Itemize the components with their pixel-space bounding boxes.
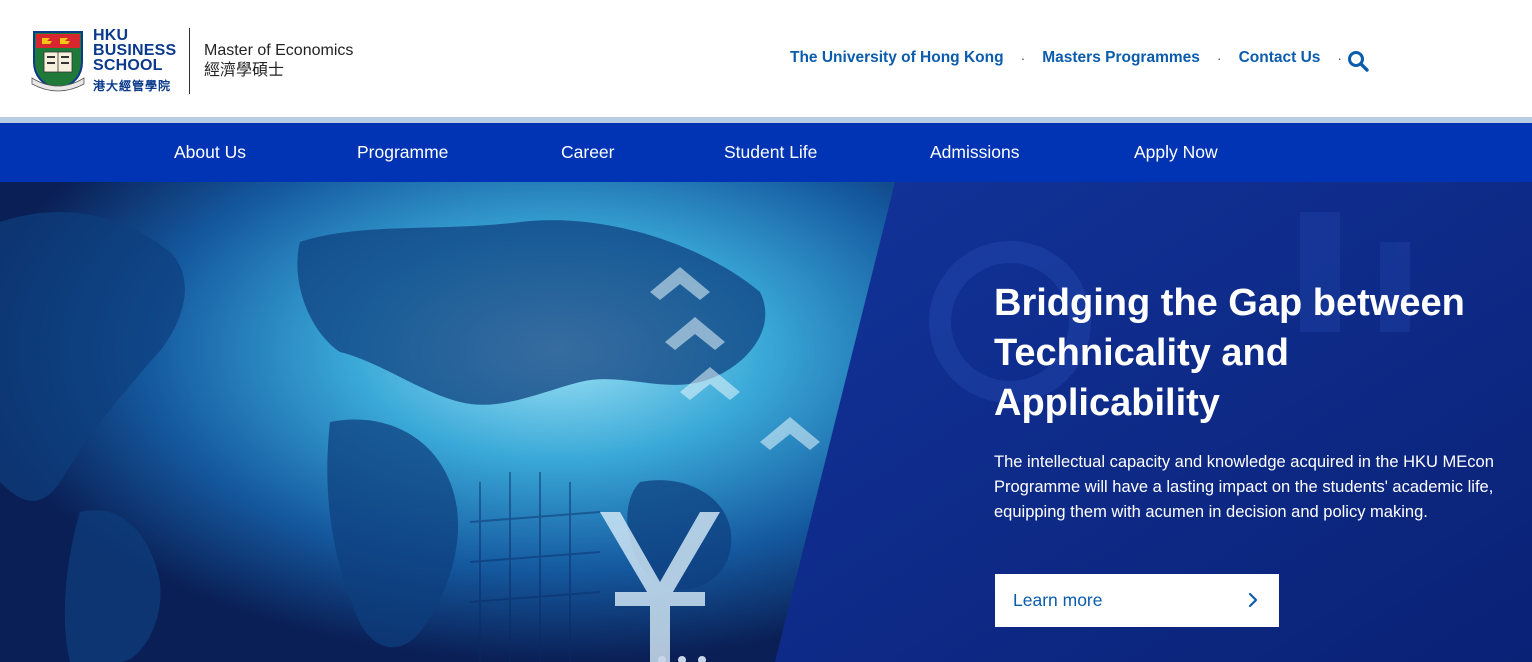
school-wordmark[interactable]: HKU BUSINESS SCHOOL 港大經管學院 — [93, 28, 176, 94]
hero-description: The intellectual capacity and knowledge … — [994, 453, 1494, 521]
link-masters-programmes[interactable]: Masters Programmes — [1042, 49, 1200, 67]
school-name-chinese: 港大經管學院 — [93, 79, 172, 93]
hero-banner: Bridging the Gap between Technicality an… — [0, 182, 1532, 662]
carousel-dot[interactable] — [658, 656, 666, 662]
learn-more-label: Learn more — [1013, 590, 1103, 610]
link-separator: · — [1020, 50, 1026, 66]
link-separator: · — [1216, 50, 1222, 66]
carousel-dot[interactable] — [698, 656, 706, 662]
hero-title: Bridging the Gap between Technicality an… — [994, 278, 1514, 428]
nav-about-us[interactable]: About Us — [174, 142, 246, 163]
programme-name[interactable]: Master of Economics 經濟學碩士 — [204, 41, 353, 81]
search-icon[interactable] — [1347, 50, 1369, 72]
nav-programme[interactable]: Programme — [357, 142, 448, 163]
hku-crest-logo[interactable] — [30, 28, 86, 92]
carousel-dot[interactable] — [678, 656, 686, 662]
link-separator: · — [1337, 50, 1343, 66]
nav-apply-now[interactable]: Apply Now — [1134, 142, 1218, 163]
carousel-indicators — [658, 656, 706, 662]
nav-student-life[interactable]: Student Life — [724, 142, 817, 163]
chevron-right-icon — [1248, 592, 1258, 608]
hero-title-line-1: Bridging the Gap between — [994, 282, 1465, 324]
main-nav: About Us Programme Career Student Life A… — [0, 123, 1532, 182]
school-line-3: SCHOOL — [93, 57, 163, 74]
logo-divider — [189, 28, 190, 94]
school-line-2: BUSINESS — [93, 42, 177, 59]
programme-name-english: Master of Economics — [204, 42, 354, 59]
site-header: HKU BUSINESS SCHOOL 港大經管學院 Master of Eco… — [0, 0, 1532, 117]
utility-links: The University of Hong Kong · Masters Pr… — [790, 49, 1359, 67]
hero-title-line-2: Technicality and — [994, 332, 1289, 374]
nav-admissions[interactable]: Admissions — [930, 142, 1019, 163]
school-line-1: HKU — [93, 27, 129, 44]
hero-title-line-3: Applicability — [994, 382, 1220, 424]
nav-career[interactable]: Career — [561, 142, 615, 163]
learn-more-button[interactable]: Learn more — [995, 574, 1279, 627]
link-contact-us[interactable]: Contact Us — [1239, 49, 1321, 67]
link-hku[interactable]: The University of Hong Kong — [790, 49, 1004, 67]
programme-name-chinese: 經濟學碩士 — [204, 62, 285, 79]
